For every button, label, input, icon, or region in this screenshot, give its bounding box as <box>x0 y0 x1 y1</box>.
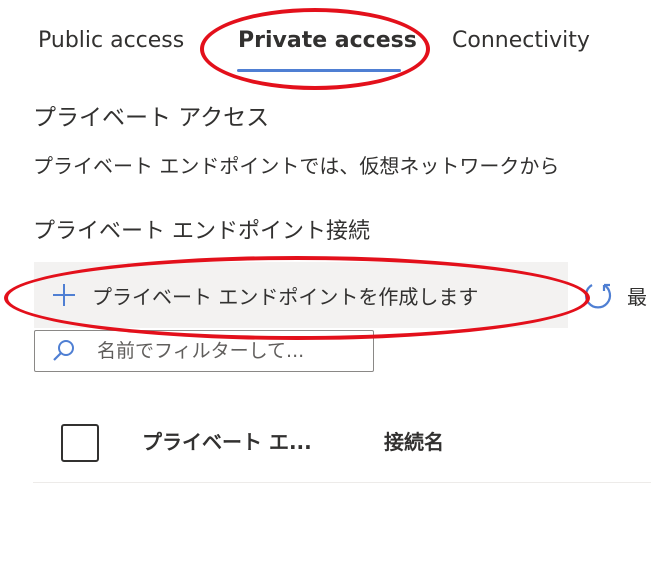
create-private-endpoint-label: プライベート エンドポイントを作成します <box>92 284 479 309</box>
tab-connectivity[interactable]: Connectivity <box>452 24 590 58</box>
column-header-private-endpoint[interactable]: プライベート エ... <box>142 426 312 458</box>
search-icon <box>53 340 74 361</box>
tab-private-access[interactable]: Private access <box>238 24 417 58</box>
private-endpoint-connections-title: プライベート エンドポイント接続 <box>33 219 370 244</box>
refresh-label: 最 <box>627 284 647 309</box>
plus-icon <box>53 284 75 306</box>
section-description: プライベート エンドポイントでは、仮想ネットワークから <box>33 154 560 178</box>
refresh-icon <box>584 283 612 309</box>
select-all-checkbox[interactable] <box>61 424 99 462</box>
refresh-button[interactable]: 最 <box>583 278 647 312</box>
section-title: プライベート アクセス <box>33 105 270 131</box>
column-header-connection-name[interactable]: 接続名 <box>384 426 444 458</box>
create-private-endpoint-button[interactable]: プライベート エンドポイントを作成します <box>34 262 568 328</box>
table-header-divider <box>33 482 651 483</box>
tab-public-access[interactable]: Public access <box>38 24 184 58</box>
filter-search-box[interactable] <box>34 330 374 372</box>
filter-by-name-input[interactable] <box>95 339 359 363</box>
active-tab-indicator <box>237 69 401 72</box>
